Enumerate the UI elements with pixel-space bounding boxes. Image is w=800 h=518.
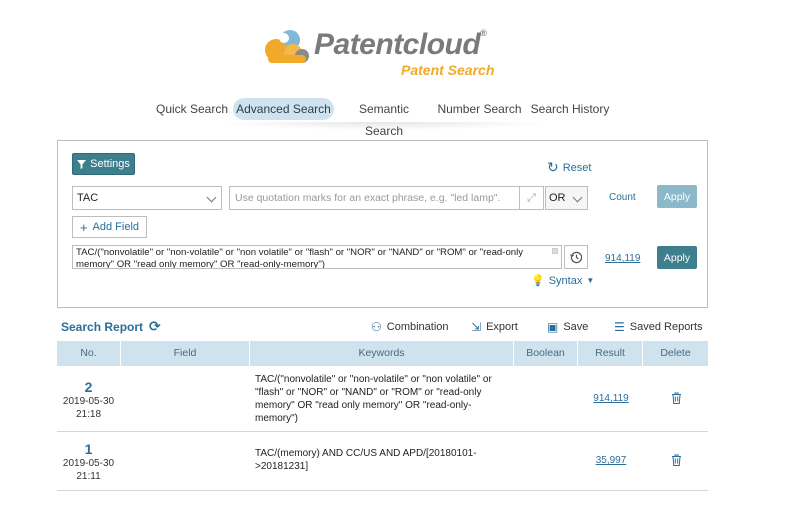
trash-icon[interactable] (666, 391, 686, 409)
keyword-input[interactable]: Use quotation marks for an exact phrase,… (229, 186, 520, 210)
saved-reports-label: Saved Reports (629, 321, 703, 333)
row-number-cell: 1 2019-05-30 21:11 (57, 441, 120, 483)
expand-icon[interactable]: ⤢ (520, 186, 544, 210)
column-header-boolean: Boolean (514, 341, 578, 366)
row-keywords: TAC/(memory) AND CC/US AND APD/[20180101… (255, 448, 477, 472)
row-result-link[interactable]: 35,997 (586, 455, 636, 466)
search-mode-nav: Quick Search Advanced Search Semantic Se… (0, 98, 800, 138)
table-row: 2 2019-05-30 21:18 TAC/("nonvolatile" or… (57, 366, 708, 432)
reset-icon: ↻ (547, 159, 559, 175)
field-select-value: TAC (77, 192, 99, 204)
textarea-scrollbar[interactable] (552, 248, 558, 254)
operator-select-value: OR (549, 192, 566, 204)
brand-product: Patent Search (401, 62, 495, 78)
chevron-down-icon (206, 192, 217, 203)
row-date: 2019-05-30 (62, 458, 115, 469)
tab-quick-search[interactable]: Quick Search (154, 98, 230, 120)
reset-label: Reset (562, 161, 592, 174)
column-header-keywords: Keywords (250, 341, 514, 366)
syntax-label: Syntax (548, 274, 583, 287)
combination-icon: ⚇ (371, 320, 382, 334)
report-table-header: No. Field Keywords Boolean Result Delete (57, 341, 708, 366)
export-button[interactable]: ⇲ Export (471, 320, 518, 334)
count-link[interactable]: Count (609, 192, 636, 203)
syntax-toggle[interactable]: 💡 Syntax ▼ (531, 274, 595, 288)
list-icon: ☰ (614, 320, 625, 334)
save-icon: ▣ (547, 320, 559, 334)
apply-query-button[interactable]: Apply (657, 246, 697, 269)
column-header-delete: Delete (660, 347, 691, 359)
row-keywords: TAC/("nonvolatile" or "non-volatile" or … (255, 374, 492, 424)
tab-semantic-search[interactable]: Semantic Search (339, 98, 429, 138)
patentcloud-logo[interactable]: Patentcloud® Patent Search (262, 26, 522, 80)
combination-label: Combination (386, 321, 449, 333)
saved-reports-button[interactable]: ☰ Saved Reports (614, 320, 703, 334)
reset-button[interactable]: ↻ Reset (547, 159, 591, 176)
field-select[interactable]: TAC (72, 186, 222, 210)
add-field-label: Add Field (92, 221, 140, 233)
chevron-down-icon: ▼ (586, 276, 595, 285)
plus-icon: + (79, 219, 88, 235)
tab-number-search[interactable]: Number Search (437, 98, 522, 120)
chevron-down-icon (572, 192, 583, 203)
row-number-cell: 2 2019-05-30 21:18 (57, 379, 120, 421)
search-report-title: Search Report ⟳ (61, 318, 161, 335)
export-label: Export (486, 321, 518, 333)
query-textarea[interactable]: TAC/("nonvolatile" or "non-volatile" or … (72, 245, 562, 269)
combination-button[interactable]: ⚇ Combination (371, 320, 449, 334)
row-date: 2019-05-30 (62, 396, 115, 407)
row-number[interactable]: 2 (57, 379, 120, 395)
add-field-button[interactable]: + Add Field (72, 216, 147, 238)
operator-select[interactable]: OR (545, 186, 588, 210)
column-header-no: No. (57, 341, 121, 366)
history-icon (569, 251, 582, 263)
refresh-icon[interactable]: ⟳ (149, 318, 161, 335)
lightbulb-icon: 💡 (531, 275, 545, 287)
tab-search-history[interactable]: Search History (529, 98, 611, 120)
cloud-logo-icon (265, 30, 309, 63)
row-number[interactable]: 1 (57, 441, 120, 457)
save-button[interactable]: ▣ Save (547, 320, 588, 334)
nav-shadow (215, 122, 555, 130)
query-result-count[interactable]: 914,119 (605, 253, 640, 264)
export-icon: ⇲ (471, 320, 482, 334)
row-time: 21:18 (75, 409, 102, 420)
save-label: Save (563, 321, 589, 333)
column-header-result: Result (578, 341, 643, 366)
brand-name: Patentcloud® (314, 28, 487, 61)
tab-advanced-search[interactable]: Advanced Search (233, 98, 334, 120)
settings-label: Settings (90, 158, 130, 170)
filter-icon (77, 159, 87, 169)
search-report-label: Search Report (61, 319, 144, 334)
trash-icon[interactable] (666, 453, 686, 471)
query-history-button[interactable] (564, 245, 588, 269)
apply-field-button[interactable]: Apply (657, 185, 697, 208)
settings-button[interactable]: Settings (72, 153, 135, 175)
row-time: 21:11 (76, 471, 101, 482)
table-row: 1 2019-05-30 21:11 TAC/(memory) AND CC/U… (57, 433, 708, 491)
column-header-field: Field (121, 341, 250, 366)
advanced-search-panel: Settings ↻ Reset TAC Use quotation marks… (57, 140, 708, 308)
row-result-link[interactable]: 914,119 (586, 393, 636, 404)
